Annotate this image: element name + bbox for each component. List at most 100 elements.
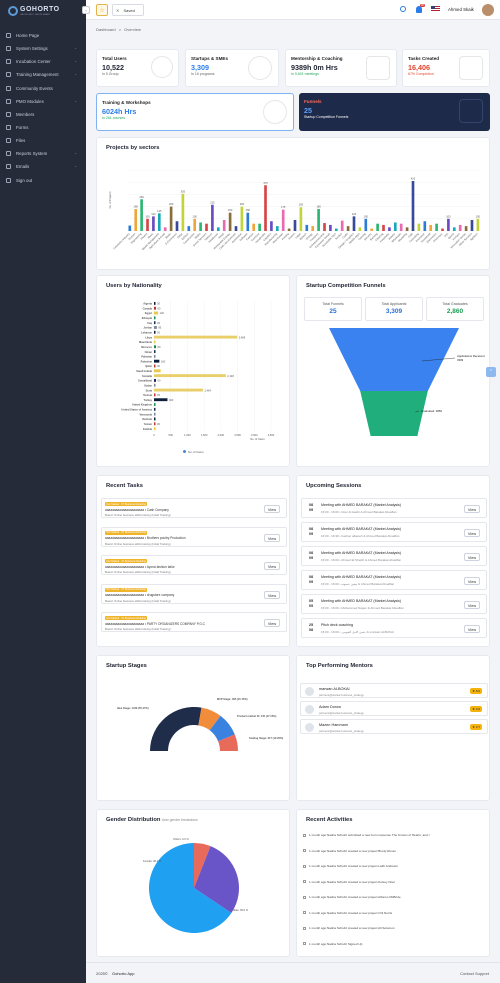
- view-session-button[interactable]: View: [464, 505, 480, 513]
- sector-bar[interactable]: [270, 221, 273, 231]
- nationality-bar[interactable]: [154, 369, 161, 373]
- sidebar-item-sign-out[interactable]: Sign out: [6, 176, 80, 185]
- view-session-button[interactable]: View: [464, 553, 480, 561]
- nationality-bar[interactable]: [154, 393, 156, 397]
- nationality-bar[interactable]: [154, 388, 203, 392]
- sector-bar[interactable]: [435, 223, 438, 231]
- sector-bar[interactable]: [140, 199, 143, 231]
- sector-bar[interactable]: [187, 226, 191, 231]
- search-icon[interactable]: [400, 6, 406, 12]
- sector-bar[interactable]: [317, 209, 320, 231]
- sidebar-item-forms[interactable]: Forms: [6, 123, 80, 132]
- sector-bar[interactable]: [134, 209, 138, 231]
- sector-bar[interactable]: [329, 224, 332, 231]
- nationality-bar[interactable]: [154, 364, 156, 368]
- task-row[interactable]: Not Started · 37 Business Modeling aaaaaa…: [101, 583, 287, 604]
- sector-bar[interactable]: [417, 223, 421, 231]
- sector-bar[interactable]: [464, 226, 468, 231]
- sector-bar[interactable]: [429, 224, 433, 231]
- nationality-bar[interactable]: [154, 311, 159, 315]
- session-row[interactable]: 25 08 Pitch deck coaching 15:00 - 16:00 • ح…: [301, 618, 487, 638]
- sector-bar[interactable]: [441, 228, 444, 231]
- sector-bar[interactable]: [364, 218, 368, 231]
- sector-bar[interactable]: [305, 224, 309, 231]
- task-row[interactable]: Not Started · 37 Business Modeling aaaaaa…: [101, 526, 287, 547]
- view-task-button[interactable]: View: [264, 619, 280, 627]
- sector-bar[interactable]: [376, 223, 379, 231]
- sector-bar[interactable]: [222, 220, 226, 231]
- sector-bar[interactable]: [199, 222, 202, 231]
- view-task-button[interactable]: View: [264, 590, 280, 599]
- nationality-bar[interactable]: [154, 321, 156, 325]
- sector-bar[interactable]: [311, 226, 315, 231]
- sector-bar[interactable]: [128, 225, 132, 231]
- nationality-bar[interactable]: [154, 301, 156, 305]
- sector-bar[interactable]: [163, 227, 167, 231]
- view-task-button[interactable]: View: [264, 533, 280, 542]
- sidebar-item-home-page[interactable]: Home Page: [6, 31, 80, 40]
- language-flag-icon[interactable]: [431, 6, 440, 12]
- nationality-bar[interactable]: [154, 330, 156, 334]
- view-session-button[interactable]: View: [464, 577, 480, 585]
- sector-bar[interactable]: [193, 218, 197, 231]
- sector-bar[interactable]: [370, 228, 374, 231]
- sector-bar[interactable]: [240, 206, 244, 231]
- sidebar-item-emails[interactable]: Emails ⌄: [6, 162, 80, 171]
- sector-bar[interactable]: [275, 226, 279, 231]
- view-session-button[interactable]: View: [464, 529, 480, 537]
- nationality-bar[interactable]: [154, 316, 156, 320]
- sidebar-item-pmo-modules[interactable]: PMO Modules ⌄: [6, 97, 80, 106]
- sidebar-item-system-settings[interactable]: System Settings ⌄: [6, 44, 80, 53]
- mentor-row[interactable]: Adam Dorow partners@startek.business_stra…: [300, 701, 488, 716]
- sector-bar[interactable]: [228, 212, 232, 231]
- sector-bar[interactable]: [205, 223, 208, 231]
- funnel-stage-graduated[interactable]: [360, 391, 428, 436]
- sector-bar[interactable]: [411, 180, 415, 231]
- breadcrumb-home[interactable]: Dashboard: [96, 27, 116, 32]
- view-task-button[interactable]: View: [264, 505, 280, 513]
- nationality-bar[interactable]: [154, 350, 156, 353]
- sector-bar[interactable]: [323, 223, 326, 231]
- nationality-bar[interactable]: [154, 345, 157, 349]
- sector-bar[interactable]: [152, 216, 155, 231]
- session-row[interactable]: 08 09 Meeting with AHMED BARAKAT (Market A…: [301, 498, 487, 518]
- sector-bar[interactable]: [340, 220, 344, 231]
- collapse-sidebar-button[interactable]: ‹: [82, 6, 90, 14]
- mentor-row[interactable]: Mazen Hammam partners@startek.business_st…: [300, 719, 488, 734]
- sector-bar[interactable]: [146, 218, 149, 231]
- task-row[interactable]: Not Started · 37 Business Modeling aaaaaa…: [101, 555, 287, 575]
- nationality-bar[interactable]: [154, 379, 157, 382]
- saved-button[interactable]: ✕ Saved: [112, 4, 144, 16]
- nationality-bar[interactable]: [154, 422, 156, 426]
- session-row[interactable]: 05 09 Meeting with AHMED BARAKAT (Market A…: [301, 594, 487, 614]
- nationality-bar[interactable]: [154, 407, 156, 411]
- sidebar-item-members[interactable]: Members: [6, 110, 80, 119]
- sector-bar[interactable]: [399, 223, 403, 231]
- logo[interactable]: GOHORTO GROW FIRST, GROW SMART: [6, 5, 76, 18]
- sector-bar[interactable]: [476, 218, 480, 231]
- sidebar-item-files[interactable]: Files: [6, 136, 80, 145]
- sector-bar[interactable]: [393, 222, 397, 231]
- sector-bar[interactable]: [181, 193, 185, 231]
- sector-bar[interactable]: [175, 221, 179, 231]
- nationality-bar[interactable]: [154, 359, 160, 363]
- sector-bar[interactable]: [405, 227, 409, 231]
- notifications-button[interactable]: 28: [416, 4, 425, 14]
- sector-bar[interactable]: [423, 221, 427, 231]
- star-button[interactable]: ☆: [96, 4, 108, 16]
- sector-bar[interactable]: [246, 212, 250, 231]
- sector-bar[interactable]: [358, 227, 362, 231]
- nationality-bar[interactable]: [154, 374, 226, 378]
- nationality-bar[interactable]: [154, 427, 156, 431]
- sector-bar[interactable]: [211, 204, 214, 231]
- sector-bar[interactable]: [458, 224, 462, 231]
- sidebar-item-reports-system[interactable]: Reports System ⌄: [6, 149, 80, 158]
- footer-app[interactable]: Gohorto App: [112, 971, 134, 976]
- session-row[interactable]: 08 09 Meeting with AHMED BARAKAT (Market A…: [301, 546, 487, 566]
- sector-bar[interactable]: [299, 207, 303, 231]
- footer-support-link[interactable]: Contact Support: [460, 971, 489, 976]
- nationality-bar[interactable]: [154, 335, 238, 339]
- nationality-bar[interactable]: [154, 326, 157, 329]
- sector-bar[interactable]: [382, 224, 385, 231]
- sector-bar[interactable]: [470, 220, 474, 231]
